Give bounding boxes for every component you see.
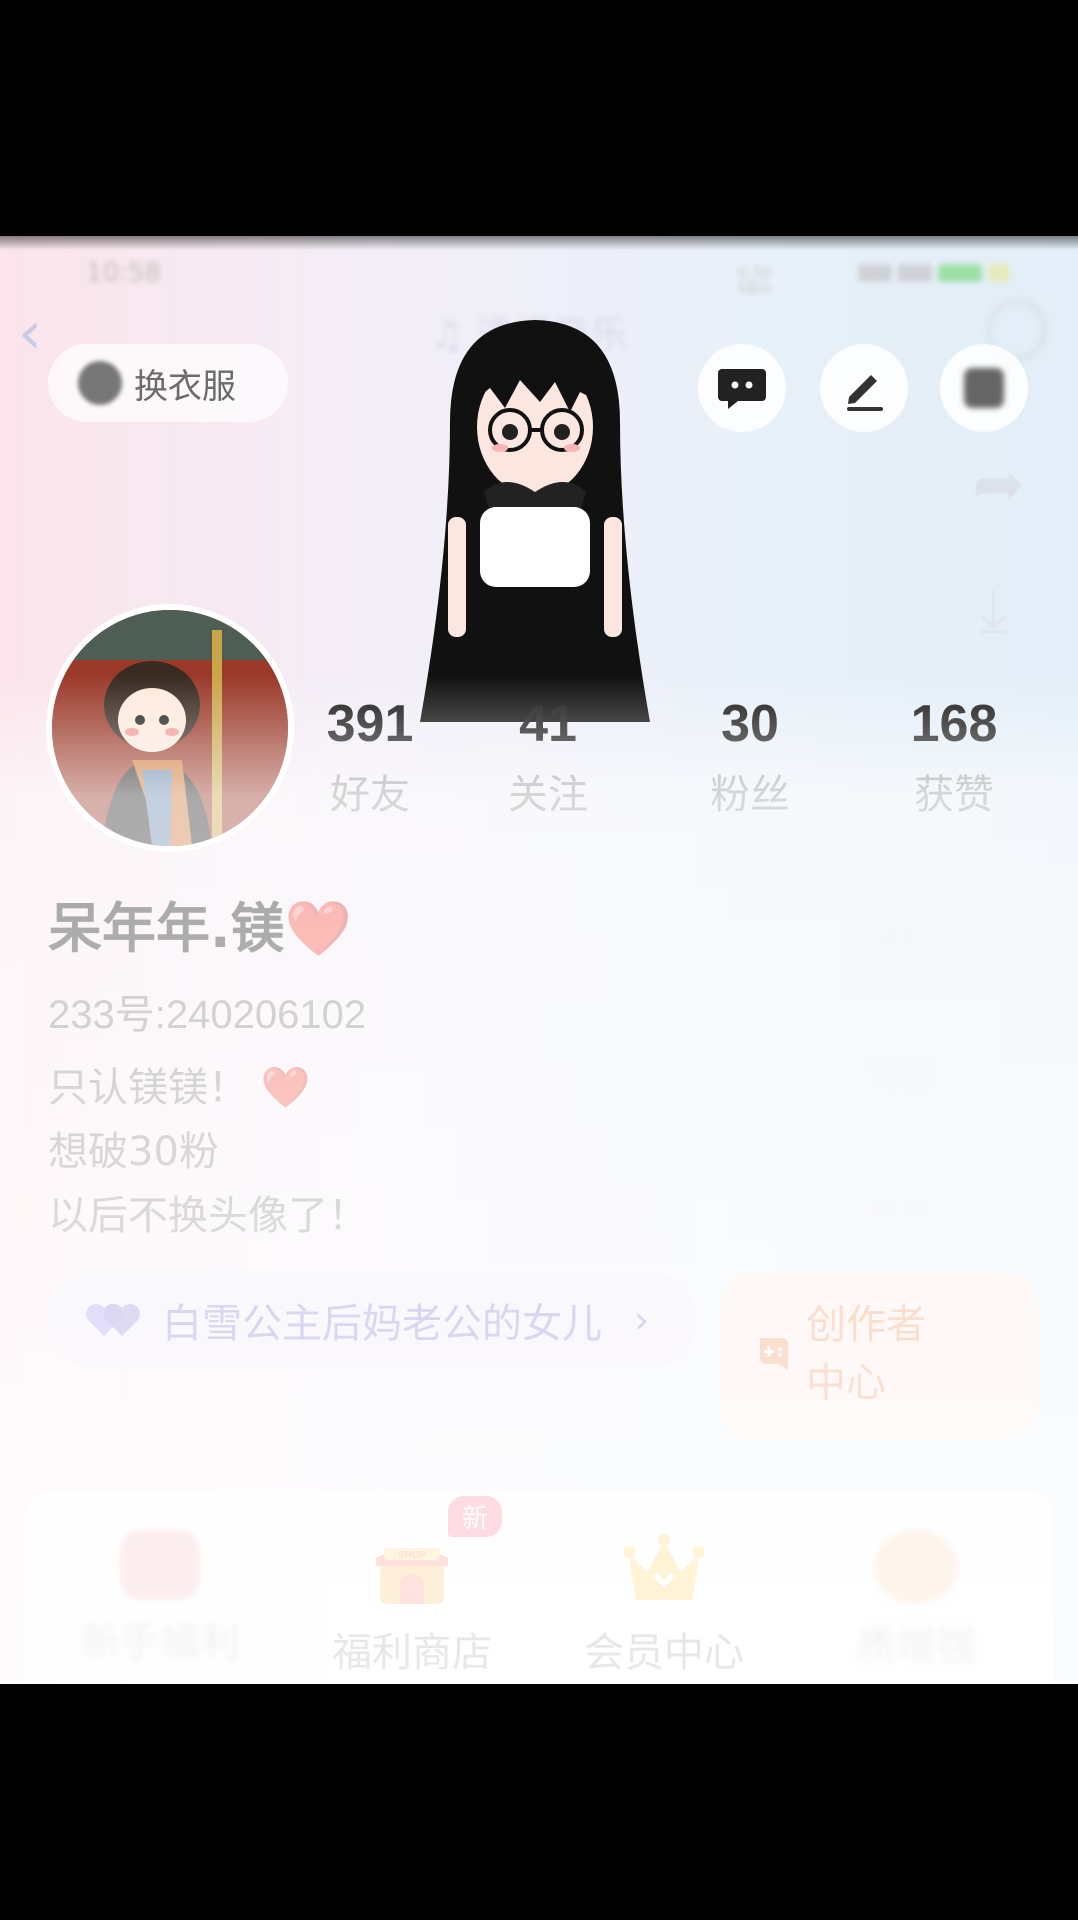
status-icons <box>858 264 1028 286</box>
double-heart-icon <box>86 1304 140 1336</box>
creator-center-button[interactable]: 创作者 中心 <box>720 1272 1038 1440</box>
menu-icon <box>964 368 1004 408</box>
shop-icon: SHOP <box>376 1548 448 1604</box>
svg-text:SHOP: SHOP <box>398 1550 427 1561</box>
gift-icon <box>120 1530 200 1600</box>
back-arrow-icon[interactable]: ‹ <box>18 298 42 368</box>
side-menu-album[interactable]: 相册 <box>870 1186 930 1230</box>
stat-likes[interactable]: 168 获赞 <box>884 694 1024 820</box>
orange-icon <box>874 1530 958 1604</box>
download-icon[interactable]: ⤓ <box>980 576 1007 646</box>
new-badge: 新 <box>448 1496 503 1537</box>
quick-newbie-welfare[interactable]: 新手福利 <box>50 1530 270 1668</box>
stat-following[interactable]: 41 关注 <box>478 694 618 820</box>
chevron-right-icon: › <box>634 1298 650 1342</box>
stat-friends[interactable]: 391 好友 <box>300 694 440 820</box>
quick-welfare-shop[interactable]: SHOP 福利商店 <box>302 1530 522 1678</box>
nickname: 呆年年.镁❤️ <box>48 897 352 960</box>
gamepad-icon <box>760 1338 788 1370</box>
chat-bubble-icon <box>718 369 766 409</box>
side-menu-moments[interactable]: 动态 <box>870 1051 930 1095</box>
status-time: 10:58 <box>86 258 161 288</box>
quick-vip-center[interactable]: 会员中心 <box>554 1530 774 1678</box>
stats-row: 391 好友 41 关注 30 粉丝 168 获赞 <box>300 694 1040 834</box>
quick-quality-enhance[interactable]: 质增强 <box>806 1530 1026 1672</box>
bio: 只认镁镁！ ❤️ 想破30粉 以后不换头像了！ <box>48 1065 368 1239</box>
hanger-icon <box>78 361 122 405</box>
heart-emoji: ❤️ <box>260 1065 311 1111</box>
edit-button[interactable] <box>820 344 908 432</box>
avatar-image <box>52 610 288 846</box>
pencil-icon <box>847 375 883 411</box>
user-id: 233号:240206102 <box>48 993 367 1037</box>
avatar-character-figure <box>420 320 650 722</box>
avatar[interactable] <box>46 604 294 852</box>
dress-up-button[interactable]: 换衣服 <box>48 344 288 422</box>
share-icon[interactable]: ➦ <box>972 448 1026 522</box>
crown-icon <box>623 1534 705 1600</box>
chat-button[interactable] <box>698 344 786 432</box>
relationship-tag-button[interactable]: 白雪公主后妈老公的女儿 › <box>48 1272 696 1368</box>
more-button[interactable] <box>940 344 1028 432</box>
net-speed: 0.50 KB/s <box>738 264 772 297</box>
profile-screen: 10:58 0.50 KB/s ‹ ♫ 选择音乐 ➦ ⤓ 换衣服 <box>0 236 1078 1684</box>
quick-menu: 新手福利 SHOP 福利商店 会员中心 质增强 <box>24 1490 1054 1684</box>
side-menu-dressup[interactable]: 装扮 <box>870 916 930 960</box>
stat-fans[interactable]: 30 粉丝 <box>680 694 820 820</box>
top-edge-shadow <box>0 220 1078 250</box>
